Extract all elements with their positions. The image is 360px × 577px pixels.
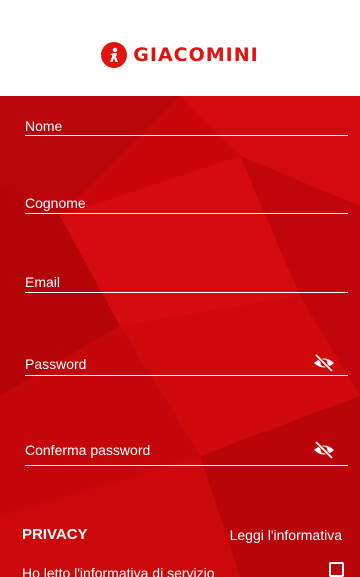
privacy-consent-label: Ho letto l'informativa di servizio	[22, 565, 215, 577]
read-privacy-link[interactable]: Leggi l'informativa	[230, 527, 342, 543]
brand-name: GIACOMINI	[133, 44, 259, 66]
background-pattern	[0, 96, 360, 577]
app-header: GIACOMINI	[0, 0, 360, 96]
field-label-password: Password	[25, 356, 87, 372]
visibility-off-icon[interactable]	[312, 353, 336, 373]
giacomini-logo: GIACOMINI	[101, 42, 258, 68]
field-underline	[25, 292, 348, 293]
field-label-email: Email	[25, 274, 61, 290]
field-label-nome: Nome	[25, 118, 63, 134]
field-underline	[25, 465, 348, 466]
privacy-consent-checkbox[interactable]	[329, 562, 344, 577]
visibility-off-icon[interactable]	[312, 440, 336, 460]
privacy-title: PRIVACY	[22, 526, 88, 543]
field-underline	[25, 135, 348, 136]
brand-mark-icon	[101, 42, 128, 68]
field-underline	[25, 375, 348, 376]
field-label-cognome: Cognome	[25, 195, 86, 211]
field-underline	[25, 213, 348, 214]
privacy-row: PRIVACY Leggi l'informativa	[22, 526, 342, 546]
field-label-conferma-password: Conferma password	[25, 442, 151, 458]
registration-form: Nome Cognome Email Password Conferma pas…	[0, 96, 360, 577]
